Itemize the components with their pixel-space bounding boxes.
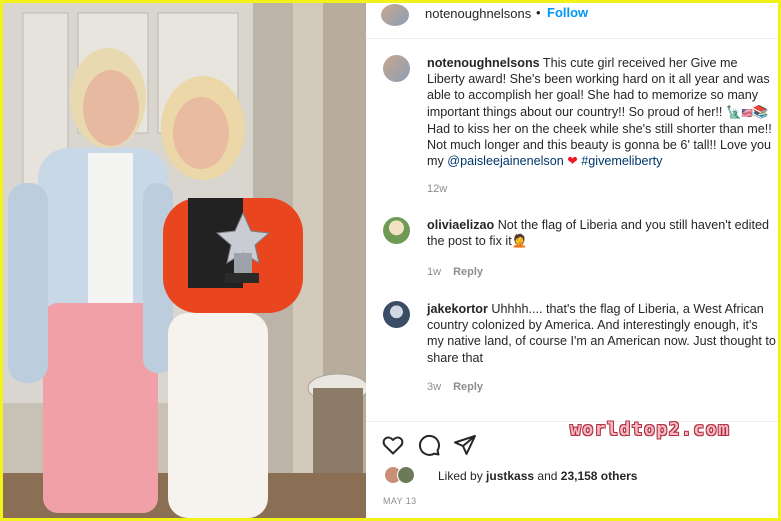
comment-username[interactable]: oliviaelizao	[427, 218, 494, 232]
avatar[interactable]	[383, 301, 410, 328]
likes-user[interactable]: justkass	[486, 469, 534, 483]
photo-illustration	[3, 3, 366, 518]
hashtag-link[interactable]: #givemeliberty	[581, 154, 662, 168]
comment-username[interactable]: jakekortor	[427, 302, 488, 316]
post-photo[interactable]	[3, 3, 366, 518]
facepalm-icon: 🤦	[511, 234, 528, 249]
header-username[interactable]: notenoughnelsons	[425, 6, 531, 21]
avatar[interactable]	[383, 217, 410, 244]
caption-username[interactable]: notenoughnelsons	[427, 56, 540, 70]
comment-time[interactable]: 3w	[427, 381, 441, 393]
comment-text: oliviaelizao Not the flag of Liberia and…	[427, 217, 777, 249]
post-frame: notenoughnelsons • Follow notenoughnelso…	[0, 0, 781, 521]
follow-button[interactable]: Follow	[547, 5, 588, 20]
caption-text: notenoughnelsons This cute girl received…	[427, 55, 777, 169]
post-date[interactable]: MAY 13	[383, 496, 417, 506]
comment-time[interactable]: 1w	[427, 266, 441, 278]
mention-link[interactable]: @paisleejainenelson	[447, 154, 563, 168]
comment-bubble-icon[interactable]	[417, 433, 441, 457]
avatar[interactable]	[383, 55, 410, 82]
caption-time[interactable]: 12w	[427, 183, 447, 195]
liberia-flag-icon: 🇱🇷	[741, 107, 753, 118]
comment-text: jakekortor Uhhhh.... that's the flag of …	[427, 301, 777, 366]
likes-text: Liked by justkass and 23,158 others	[438, 469, 637, 483]
post-panel: notenoughnelsons • Follow notenoughnelso…	[366, 3, 778, 518]
watermark: worldtop2.com	[570, 419, 731, 440]
likes-count[interactable]: 23,158 others	[561, 469, 638, 483]
heart-outline-icon[interactable]	[381, 433, 405, 457]
paper-plane-icon[interactable]	[453, 433, 477, 457]
comment-meta: 1w Reply	[427, 266, 483, 278]
comment-meta: 3w Reply	[427, 381, 483, 393]
liker-avatar[interactable]	[397, 466, 415, 484]
reply-button[interactable]: Reply	[453, 266, 483, 278]
likes-middle: and	[534, 469, 561, 483]
header-separator: •	[536, 5, 541, 20]
post-header: notenoughnelsons • Follow	[366, 3, 778, 39]
reply-button[interactable]: Reply	[453, 381, 483, 393]
red-heart-icon: ❤	[567, 154, 578, 169]
statue-of-liberty-icon: 🗽	[725, 104, 742, 119]
books-icon: 📚	[752, 104, 769, 119]
avatar[interactable]	[381, 4, 409, 26]
likes-row: Liked by justkass and 23,158 others	[384, 466, 774, 486]
caption-meta: 12w	[427, 183, 447, 195]
likes-prefix: Liked by	[438, 469, 487, 483]
